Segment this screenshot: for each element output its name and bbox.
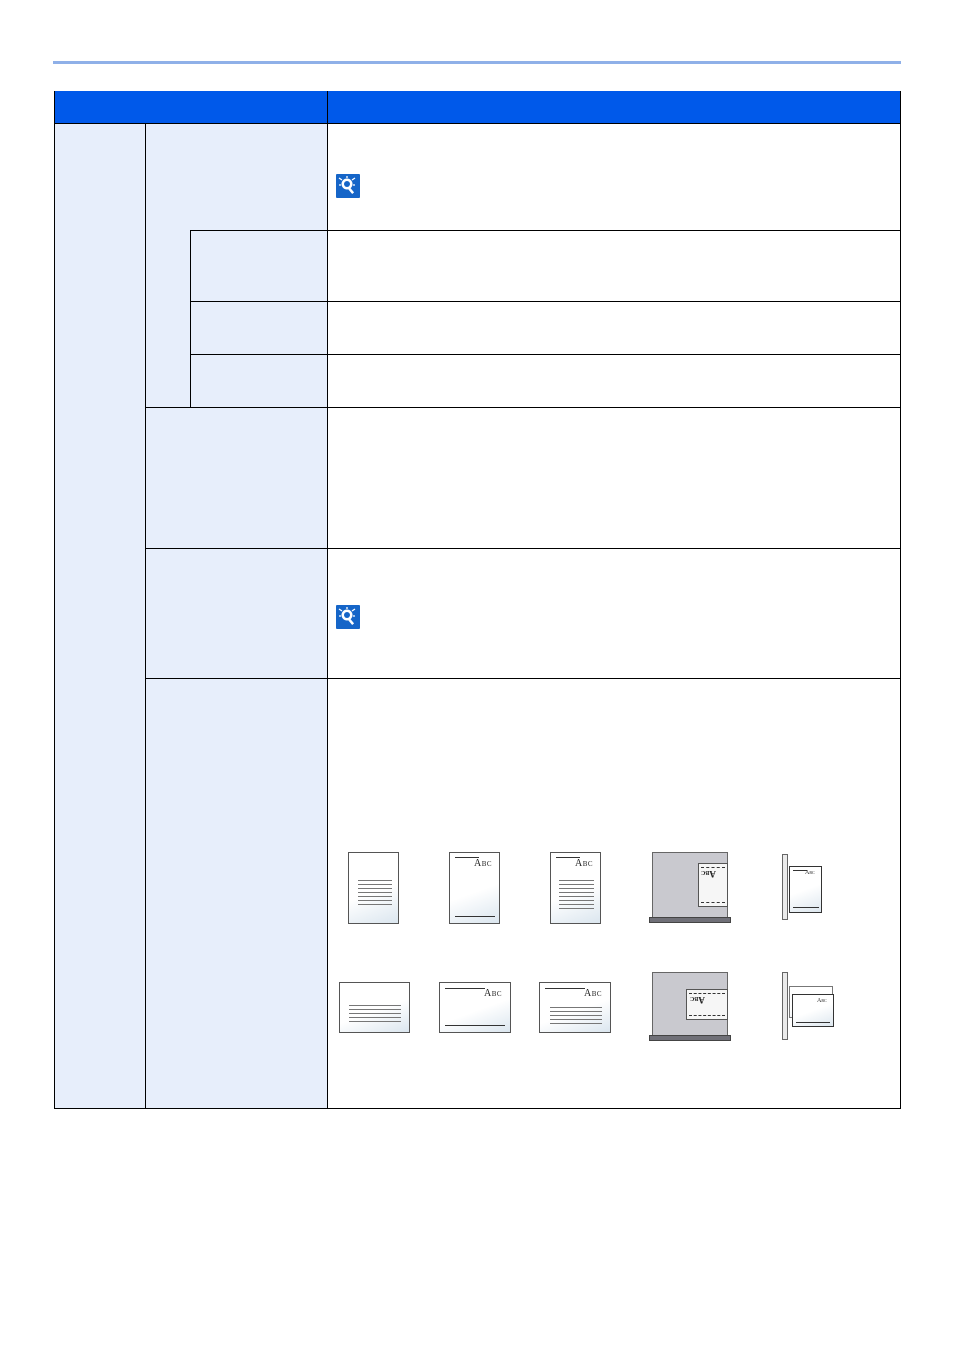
note-icon xyxy=(336,605,360,629)
portrait-document-feeder: ABC xyxy=(782,854,832,920)
grid-line xyxy=(190,230,901,231)
landscape-lines-sheet xyxy=(339,982,410,1033)
note-icon xyxy=(336,174,360,198)
grid-line xyxy=(900,91,901,1109)
item-cell-2 xyxy=(146,407,327,548)
abc-label: ABC xyxy=(817,998,827,1004)
abc-label: ABC xyxy=(584,988,603,999)
item-cell-1-indent xyxy=(146,230,191,407)
grid-line xyxy=(327,91,328,1108)
grid-line xyxy=(190,301,901,302)
grid-line xyxy=(54,123,901,124)
item-cell-4 xyxy=(146,678,327,1108)
subitem-cell-1 xyxy=(191,230,327,301)
grid-line xyxy=(190,354,901,355)
portrait-abc-sheet: ABC xyxy=(449,852,500,924)
landscape-document-feeder: ABC xyxy=(782,972,838,1042)
grid-line xyxy=(145,678,901,679)
abc-label: ABC xyxy=(484,988,503,999)
item-cell-1 xyxy=(146,123,327,230)
grid-line xyxy=(54,91,55,1109)
mirrored-abc-label: ABC xyxy=(690,995,705,1005)
landscape-abc-sheet: ABC xyxy=(439,982,511,1033)
subitem-cell-2 xyxy=(191,301,327,354)
item-cell-3 xyxy=(146,548,327,678)
portrait-platen-glass: ABC xyxy=(649,852,731,923)
abc-label: ABC xyxy=(575,858,594,869)
header-description-cell xyxy=(327,91,901,123)
abc-label: ABC xyxy=(474,858,493,869)
grid-line xyxy=(190,230,191,407)
header-item-cell xyxy=(54,91,327,123)
grid-line xyxy=(54,1108,901,1109)
top-rule xyxy=(53,61,901,64)
grid-line xyxy=(145,548,901,549)
grid-line xyxy=(145,123,146,1108)
category-cell xyxy=(54,123,146,1108)
grid-line xyxy=(145,407,901,408)
abc-label: ABC xyxy=(805,870,815,876)
portrait-abc-lines-sheet: ABC xyxy=(550,852,601,924)
portrait-lines-sheet xyxy=(348,852,399,924)
mirrored-abc-label: ABC xyxy=(701,869,716,879)
landscape-abc-lines-sheet: ABC xyxy=(539,982,611,1033)
landscape-platen-glass: ABC xyxy=(649,972,731,1041)
subitem-cell-3 xyxy=(191,354,327,407)
